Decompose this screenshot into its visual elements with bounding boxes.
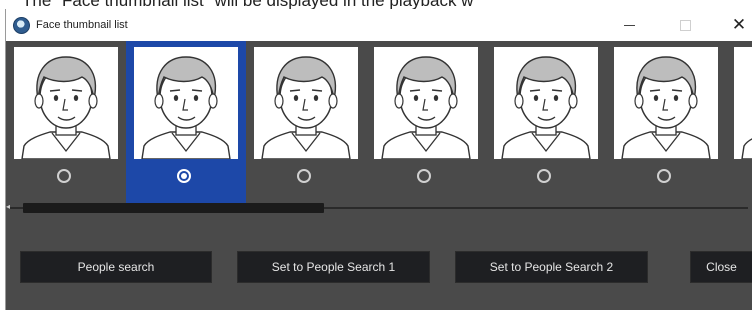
maximize-icon	[679, 19, 691, 31]
thumbnail-radio[interactable]	[57, 169, 71, 183]
face-image	[374, 47, 478, 159]
scrollbar-thumb[interactable]	[23, 203, 324, 213]
face-thumbnail[interactable]	[126, 41, 246, 211]
face-image	[14, 47, 118, 159]
face-image	[134, 47, 238, 159]
face-thumbnail[interactable]	[606, 41, 726, 211]
face-thumbnail[interactable]	[486, 41, 606, 211]
thumbnail-radio[interactable]	[417, 169, 431, 183]
set-people-search-1-button[interactable]: Set to People Search 1	[237, 251, 430, 283]
maximize-button[interactable]	[662, 9, 708, 41]
close-icon: ✕	[731, 15, 747, 34]
thumbnail-radio[interactable]	[177, 169, 191, 183]
set-people-search-2-button[interactable]: Set to People Search 2	[455, 251, 648, 283]
minimize-button[interactable]	[606, 9, 652, 41]
people-search-button[interactable]: People search	[20, 251, 212, 283]
title-bar: Face thumbnail list ✕	[6, 9, 752, 41]
face-image	[494, 47, 598, 159]
face-thumbnail[interactable]	[6, 41, 126, 211]
thumbnail-radio[interactable]	[657, 169, 671, 183]
minimize-icon	[623, 24, 635, 26]
close-button[interactable]: Close	[690, 251, 752, 283]
thumbnail-radio[interactable]	[297, 169, 311, 183]
face-thumbnail[interactable]	[726, 41, 752, 211]
window-title: Face thumbnail list	[36, 19, 128, 31]
face-thumbnail-window: Face thumbnail list ✕ ◂ People search Se…	[5, 9, 752, 310]
face-image	[254, 47, 358, 159]
face-thumbnail[interactable]	[246, 41, 366, 211]
page-caption: The "Face thumbnail list" will be displa…	[0, 0, 752, 9]
face-thumbnail[interactable]	[366, 41, 486, 211]
face-image	[734, 47, 752, 159]
thumbnail-radio[interactable]	[537, 169, 551, 183]
face-image	[614, 47, 718, 159]
thumbnail-strip	[6, 41, 752, 211]
app-globe-icon	[13, 16, 30, 34]
close-window-button[interactable]: ✕	[716, 9, 752, 41]
